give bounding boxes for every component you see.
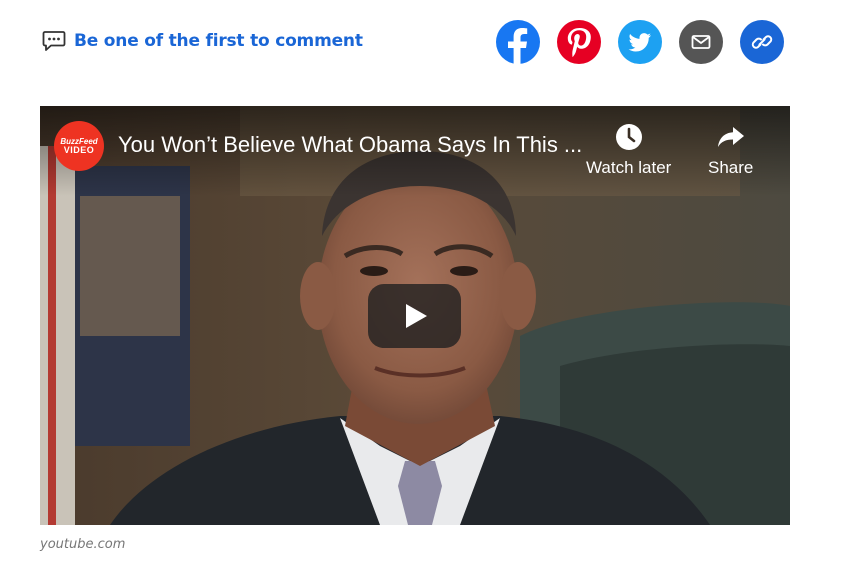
youtube-embed[interactable]: BuzzFeed VIDEO You Won’t Believe What Ob…	[40, 106, 790, 525]
watch-later-label: Watch later	[586, 158, 672, 177]
twitter-share-button[interactable]	[618, 20, 662, 64]
pinterest-share-button[interactable]	[557, 20, 601, 64]
link-icon	[751, 35, 773, 49]
channel-logo-line2: VIDEO	[63, 144, 95, 155]
video-share-button[interactable]: Share	[708, 122, 753, 178]
channel-avatar[interactable]: BuzzFeed VIDEO	[54, 121, 104, 171]
comment-label: Be one of the first to comment	[74, 31, 363, 51]
twitter-icon	[628, 33, 651, 52]
source-caption: youtube.com	[40, 537, 126, 552]
facebook-icon	[508, 28, 528, 64]
pinterest-icon	[567, 28, 591, 58]
speech-bubble-icon	[42, 30, 66, 52]
comment-link[interactable]: Be one of the first to comment	[42, 30, 363, 52]
email-share-button[interactable]	[679, 20, 723, 64]
copy-link-button[interactable]	[740, 20, 784, 64]
mail-icon	[691, 35, 711, 49]
clock-icon	[615, 122, 643, 152]
facebook-share-button[interactable]	[496, 20, 540, 64]
play-icon	[405, 304, 427, 328]
share-arrow-icon	[716, 122, 746, 152]
page: Be one of the first to comment BuzzFeed …	[0, 0, 852, 566]
share-bar	[496, 20, 784, 64]
share-label: Share	[708, 158, 754, 177]
video-title[interactable]: You Won’t Believe What Obama Says In Thi…	[118, 132, 582, 158]
play-button[interactable]	[368, 284, 461, 348]
watch-later-button[interactable]: Watch later	[586, 122, 671, 178]
